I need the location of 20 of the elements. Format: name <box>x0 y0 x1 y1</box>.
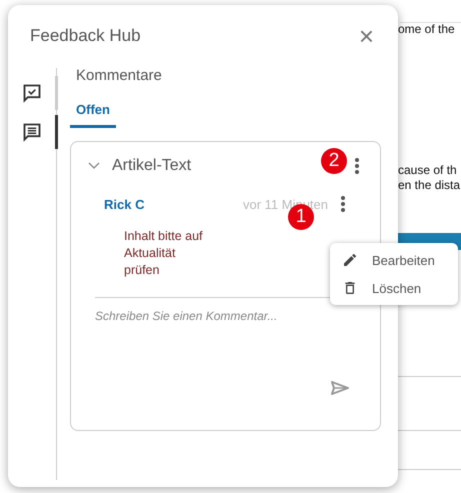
send-icon[interactable] <box>330 380 350 396</box>
more-icon[interactable] <box>340 195 346 213</box>
comment-author: Rick C <box>104 196 146 212</box>
document-text: cause of th <box>398 163 458 178</box>
thread-title: Artikel-Text <box>112 157 192 175</box>
pencil-icon <box>342 252 358 268</box>
comment-text: Inhalt bitte auf Aktualität prüfen <box>124 228 204 279</box>
close-button[interactable]: × <box>352 23 380 49</box>
tab[interactable]: Offen <box>70 96 116 128</box>
number-badge: 2 <box>321 148 347 174</box>
chevron-icon[interactable] <box>88 162 100 170</box>
menu-item[interactable]: Bearbeiten <box>330 246 458 274</box>
document-text: en the dista <box>398 178 460 193</box>
document-text: ome of the <box>398 22 455 36</box>
comment-icon[interactable] <box>22 122 42 142</box>
checked-comment-icon[interactable] <box>22 83 42 103</box>
more-icon[interactable] <box>354 157 360 175</box>
panel-title: Feedback Hub <box>30 26 141 46</box>
section-title: Kommentare <box>75 67 163 84</box>
menu-item[interactable]: Löschen <box>330 274 458 302</box>
